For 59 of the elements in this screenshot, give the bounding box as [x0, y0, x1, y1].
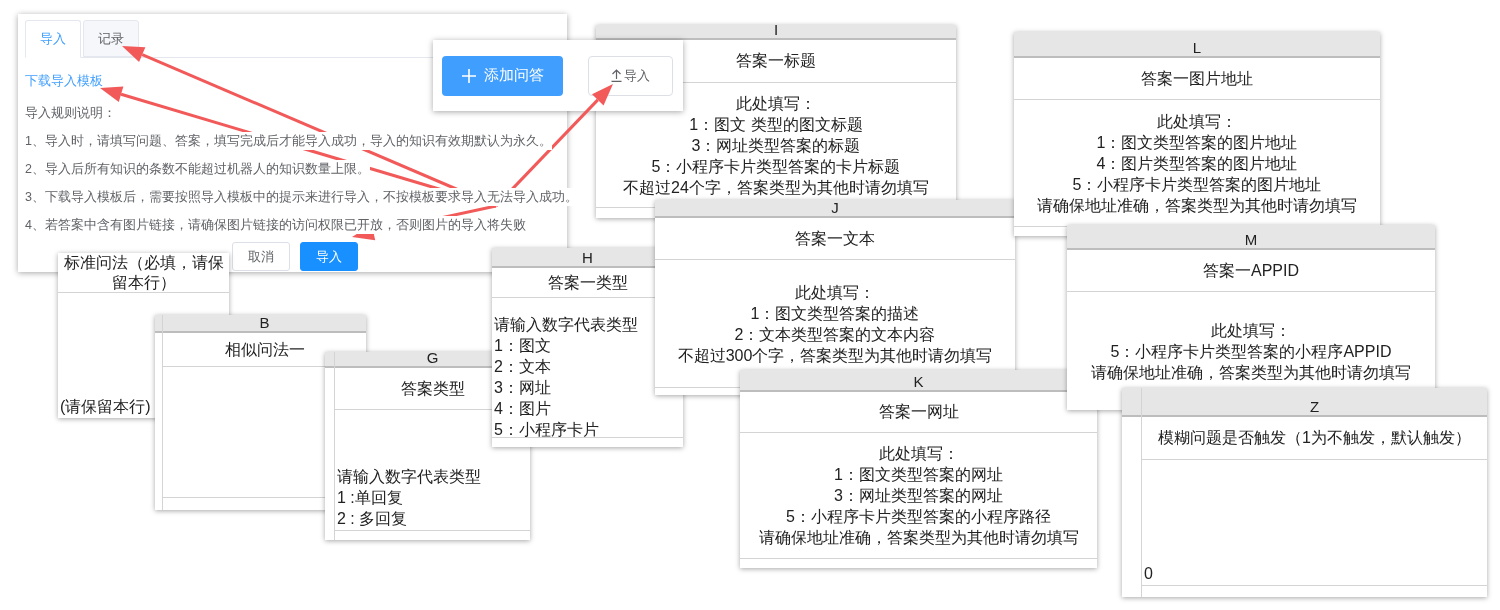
- cell-text: 不超过300个字，答案类型为其他时请勿填写: [677, 345, 993, 366]
- header-cell-text: 答案一标题: [736, 51, 816, 71]
- cell-text: 不超过24个字，答案类型为其他时请勿填写: [623, 177, 929, 198]
- column-header: L: [1014, 32, 1380, 58]
- rule-text: 4、若答案中含有图片链接，请确保图片链接的访问权限已开放，否则图片的导入将失败: [25, 216, 526, 234]
- cell-text: 3：网址类型答案的标题: [691, 135, 861, 156]
- cell-text: 3：网址: [494, 378, 551, 398]
- import-button[interactable]: 导入: [300, 242, 358, 271]
- cell-text: 请输入数字代表类型: [337, 467, 481, 487]
- cell-text: 请确保地址准确，答案类型为其他时请勿填写: [1037, 195, 1357, 216]
- cell-text: 请确保地址准确，答案类型为其他时请勿填写: [758, 528, 1079, 548]
- template-download-link[interactable]: 下载导入模板: [25, 72, 103, 90]
- plus-icon: [461, 68, 476, 83]
- cell-text: 2：文本类型答案的文本内容: [734, 324, 936, 345]
- add-qa-button[interactable]: 添加问答: [442, 55, 563, 96]
- header-cell-text: 相似问法一: [224, 339, 305, 360]
- cell-text: 2 : 多回复: [337, 509, 408, 529]
- cell-text: 此处填写：: [878, 444, 959, 464]
- cell-text: 5：小程序卡片类型答案的图片地址: [1072, 174, 1322, 195]
- cell-text: (请保留本行): [60, 397, 151, 417]
- tab[interactable]: 记录: [83, 20, 139, 57]
- cell-text: 3：网址类型答案的网址: [834, 486, 1003, 506]
- column-header: I: [596, 25, 956, 40]
- rules-heading: 导入规则说明：: [25, 104, 116, 122]
- rule-text: 1、导入时，请填写问题、答案，填写完成后才能导入成功，导入的知识有效期默认为永久。: [25, 132, 552, 150]
- cell-text: 4：图片: [494, 399, 551, 419]
- upload-icon: [611, 69, 622, 82]
- cell-text: 1 :单回复: [337, 488, 403, 508]
- header-cell-text: 答案一文本: [795, 228, 875, 249]
- cell-text: 此处填写：: [795, 282, 875, 303]
- column-header: B: [163, 315, 366, 333]
- column-header: M: [1067, 225, 1435, 250]
- header-cell-text: 答案类型: [400, 378, 465, 399]
- cell-text: 此处填写：: [1157, 111, 1237, 132]
- header-cell-text: 标准问法（必填，请保留本行）: [62, 252, 225, 293]
- cell-text: 1：图文类型答案的图片地址: [1096, 132, 1298, 153]
- header-cell-text: 模糊问题是否触发（1为不触发，默认触发）: [1158, 428, 1471, 448]
- cell-text: 请输入数字代表类型: [494, 315, 638, 335]
- column-header: Z: [1142, 388, 1487, 417]
- cell-text: 5：小程序卡片类型答案的小程序APPID: [1110, 341, 1392, 362]
- header-cell-text: 答案一图片地址: [1141, 68, 1253, 89]
- cell-text: 0: [1144, 564, 1153, 584]
- cell-text: 1：图文类型答案的描述: [750, 303, 920, 324]
- rule-text: 2、导入后所有知识的条数不能超过机器人的知识数量上限。: [25, 160, 370, 178]
- cell-text: 5：小程序卡片类型答案的卡片标题: [651, 156, 901, 177]
- cell-text: 此处填写：: [1211, 320, 1291, 341]
- cell-text: 1：图文 类型的图文标题: [689, 114, 863, 135]
- header-cell-text: 答案一APPID: [1203, 260, 1299, 281]
- upload-button[interactable]: 导入: [588, 55, 673, 96]
- cell-text: 4：图片类型答案的图片地址: [1096, 153, 1298, 174]
- cell-text: 5：小程序卡片类型答案的小程序路径: [786, 507, 1051, 527]
- cell-text: 5：小程序卡片: [494, 420, 599, 440]
- cell-text: 1：图文类型答案的网址: [834, 465, 1003, 485]
- tab[interactable]: 导入: [25, 20, 81, 58]
- cell-text: 此处填写：: [736, 93, 816, 114]
- header-cell-text: 答案一类型: [547, 272, 628, 293]
- column-header: J: [655, 200, 1015, 218]
- header-cell-text: 答案一网址: [878, 402, 959, 422]
- cancel-button[interactable]: 取消: [232, 242, 290, 271]
